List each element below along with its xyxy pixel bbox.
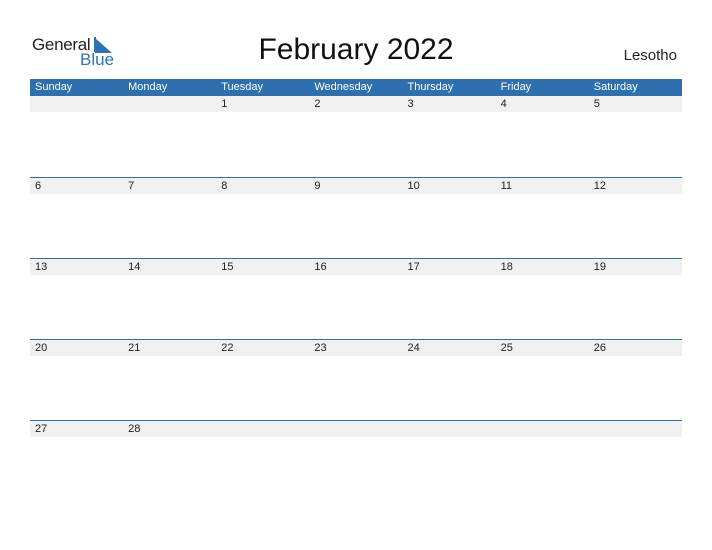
day-cell: 26 bbox=[593, 342, 606, 354]
country-label: Lesotho bbox=[623, 47, 677, 64]
calendar-title: February 2022 bbox=[258, 33, 454, 66]
day-cell bbox=[403, 421, 496, 437]
weekday-header: Sunday Monday Tuesday Wednesday Thursday… bbox=[30, 79, 682, 96]
day-cell: 1 bbox=[221, 98, 228, 110]
day-cell bbox=[216, 421, 309, 437]
weekday-saturday: Saturday bbox=[593, 81, 638, 93]
week-row-4: 20 21 22 23 24 25 26 bbox=[30, 339, 682, 420]
day-cell: 12 bbox=[593, 180, 606, 192]
day-cell: 23 bbox=[314, 342, 327, 354]
day-cell: 21 bbox=[128, 342, 141, 354]
week-row-5: 27 28 bbox=[30, 420, 682, 501]
day-cell: 11 bbox=[500, 180, 513, 192]
day-cell bbox=[123, 96, 216, 112]
day-cell: 7 bbox=[128, 180, 135, 192]
day-cell: 24 bbox=[407, 342, 420, 354]
weekday-monday: Monday bbox=[128, 81, 168, 93]
day-cell: 13 bbox=[35, 261, 48, 273]
day-cell: 5 bbox=[593, 98, 600, 110]
day-cell: 22 bbox=[221, 342, 234, 354]
weekday-friday: Friday bbox=[500, 81, 532, 93]
day-cell: 6 bbox=[35, 180, 42, 192]
calendar-grid: Sunday Monday Tuesday Wednesday Thursday… bbox=[30, 79, 682, 501]
day-cell: 2 bbox=[314, 98, 321, 110]
weekday-tuesday: Tuesday bbox=[221, 81, 264, 93]
weekday-wednesday: Wednesday bbox=[314, 81, 373, 93]
day-cell: 3 bbox=[407, 98, 414, 110]
week-row-3: 13 14 15 16 17 18 19 bbox=[30, 258, 682, 339]
day-cell: 28 bbox=[128, 423, 141, 435]
day-cell: 16 bbox=[314, 261, 327, 273]
weekday-thursday: Thursday bbox=[407, 81, 454, 93]
day-cell bbox=[589, 421, 682, 437]
day-cell: 10 bbox=[407, 180, 420, 192]
day-cell: 4 bbox=[500, 98, 507, 110]
weekday-sunday: Sunday bbox=[35, 81, 73, 93]
day-cell: 20 bbox=[35, 342, 48, 354]
day-cell: 27 bbox=[35, 423, 48, 435]
day-cell bbox=[309, 421, 402, 437]
day-cell: 9 bbox=[314, 180, 321, 192]
day-cell: 17 bbox=[407, 261, 420, 273]
day-cell: 19 bbox=[593, 261, 606, 273]
week-row-1: 1 2 3 4 5 bbox=[30, 96, 682, 177]
day-cell bbox=[30, 96, 123, 112]
day-cell: 14 bbox=[128, 261, 141, 273]
day-cell: 18 bbox=[500, 261, 513, 273]
day-cell: 15 bbox=[221, 261, 234, 273]
day-cell bbox=[496, 421, 589, 437]
day-cell: 8 bbox=[221, 180, 228, 192]
day-cell: 25 bbox=[500, 342, 513, 354]
week-row-2: 6 7 8 9 10 11 12 bbox=[30, 177, 682, 258]
